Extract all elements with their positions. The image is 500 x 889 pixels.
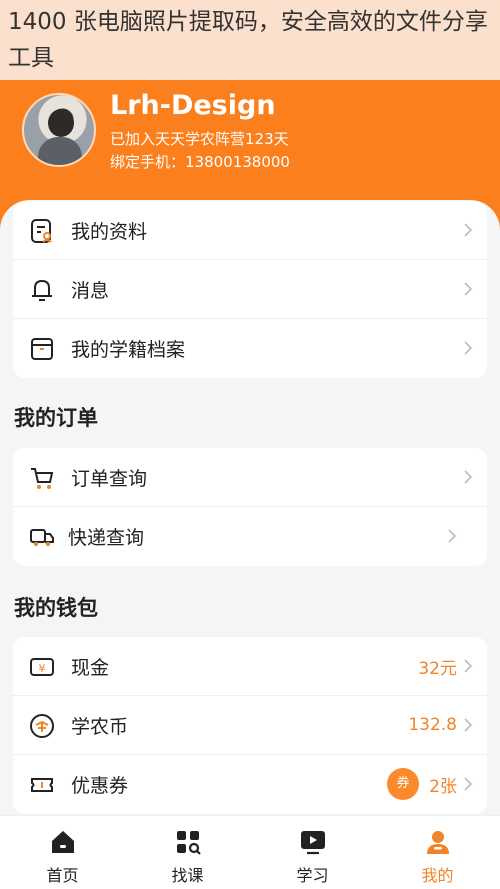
tab-label: 找课 <box>171 866 204 885</box>
tab-study[interactable]: 学习 <box>250 816 375 889</box>
menu-label: 快递查询 <box>68 527 145 549</box>
ticket-icon <box>31 778 53 792</box>
wallet-item-cash[interactable]: ¥ 现金 32元 <box>13 637 487 696</box>
menu-item-my-info[interactable]: 我的资料 <box>13 201 487 260</box>
coin-icon <box>30 714 54 738</box>
chevron-right-icon <box>464 470 473 484</box>
tab-home[interactable]: 首页 <box>0 816 125 889</box>
chevron-right-icon <box>464 223 473 237</box>
tab-label: 首页 <box>46 866 79 885</box>
coin-value: 132.8 <box>408 715 457 735</box>
bound-phone: 绑定手机：13800138000 <box>110 153 290 171</box>
menu-label: 现金 <box>71 656 110 679</box>
archive-box-icon <box>31 338 53 360</box>
yuan-wallet-icon: ¥ <box>30 658 54 676</box>
bell-icon <box>32 279 52 301</box>
user-icon <box>426 831 449 854</box>
truck-icon <box>30 529 54 547</box>
tab-find-course[interactable]: 找课 <box>125 816 250 889</box>
menu-label: 消息 <box>71 279 110 302</box>
avatar[interactable] <box>22 93 96 167</box>
menu-label: 我的资料 <box>71 220 148 243</box>
coupon-badge: 券 <box>387 768 419 800</box>
tab-mine[interactable]: 我的 <box>375 816 500 889</box>
user-name: Lrh-Design <box>110 90 276 121</box>
tab-label: 学习 <box>296 866 329 885</box>
home-icon <box>51 831 74 853</box>
cash-value: 32元 <box>418 658 457 679</box>
chevron-right-icon <box>464 282 473 296</box>
menu-item-archive[interactable]: 我的学籍档案 <box>13 319 487 378</box>
grid-search-icon <box>176 831 201 855</box>
profile-menu-card: 我的资料 消息 我的学籍档案 <box>13 201 487 378</box>
orders-section-title: 我的订单 <box>14 406 98 430</box>
profile-doc-icon <box>31 219 52 243</box>
chevron-right-icon <box>448 529 457 543</box>
wallet-item-coupon[interactable]: 优惠券 券 2张 <box>13 755 487 814</box>
play-screen-icon <box>300 831 325 855</box>
chevron-right-icon <box>464 718 473 732</box>
chevron-right-icon <box>464 341 473 355</box>
tab-label: 我的 <box>421 866 454 885</box>
menu-label: 我的学籍档案 <box>71 339 186 361</box>
orders-card: 订单查询 快递查询 <box>13 448 487 566</box>
wallet-item-coin[interactable]: 学农币 132.8 <box>13 696 487 755</box>
overlay-caption: 1400 张电脑照片提取码，安全高效的文件分享工具 <box>0 0 500 80</box>
menu-label: 订单查询 <box>71 467 148 490</box>
wallet-card: ¥ 现金 32元 学农币 132.8 优惠券 券 2张 <box>13 637 487 814</box>
menu-label: 优惠券 <box>71 775 129 797</box>
coupon-value: 2张 <box>429 777 457 797</box>
menu-item-messages[interactable]: 消息 <box>13 260 487 319</box>
member-days: 已加入天天学农阵营123天 <box>110 130 289 148</box>
chevron-right-icon <box>464 777 473 791</box>
menu-item-order-query[interactable]: 订单查询 <box>13 448 487 507</box>
chevron-right-icon <box>464 659 473 673</box>
cart-icon <box>31 468 54 489</box>
bottom-tab-bar: 首页 找课 学习 我的 <box>0 815 500 889</box>
menu-label: 学农币 <box>71 715 129 738</box>
wallet-section-title: 我的钱包 <box>14 596 98 620</box>
svg-text:¥: ¥ <box>39 662 46 675</box>
menu-item-express-query[interactable]: 快递查询 <box>13 507 487 566</box>
